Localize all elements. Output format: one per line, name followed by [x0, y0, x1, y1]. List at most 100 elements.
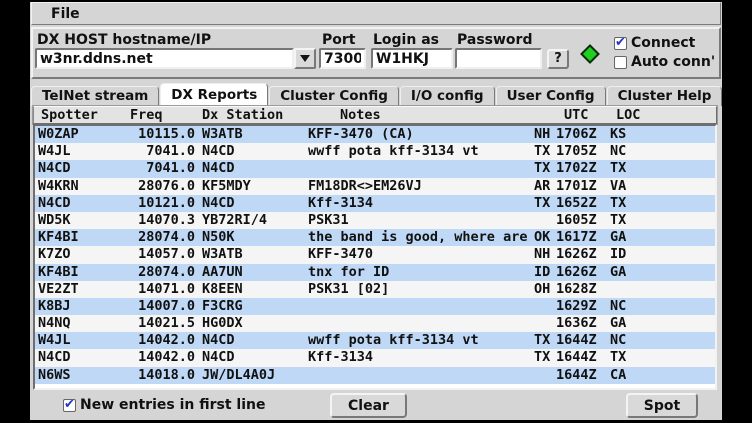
- column-header-notes[interactable]: Notes: [340, 108, 381, 123]
- app-window: File DX HOST hostname/IP Port Login as P…: [30, 2, 722, 420]
- cell-freq: 14018.0: [128, 367, 195, 384]
- table-row[interactable]: W4KRN28076.0KF5MDYFM18DR<>EM26VJAR1701ZV…: [35, 178, 715, 195]
- cell-spotter: N4CD: [38, 349, 71, 366]
- table-row[interactable]: KF4BI28074.0AA7UNtnx for IDID1626ZGA: [35, 264, 715, 281]
- table-row[interactable]: VE2ZT14071.0K8EENPSK31 [02]OH1628Z: [35, 281, 715, 298]
- cell-dx: N4CD: [202, 332, 235, 349]
- cell-utc: 1617Z: [556, 229, 597, 246]
- table-row[interactable]: N4CD10121.0N4CDKff-3134TX1652ZTX: [35, 195, 715, 212]
- column-header-loc[interactable]: LOC: [616, 108, 640, 123]
- cell-st: OH: [534, 281, 550, 298]
- port-input[interactable]: [319, 48, 366, 69]
- cell-spotter: KF4BI: [38, 264, 79, 281]
- host-dropdown-button[interactable]: [294, 48, 316, 69]
- cell-spotter: N4NQ: [38, 315, 71, 332]
- cell-utc: 1644Z: [556, 367, 597, 384]
- table-row[interactable]: W0ZAP10115.0W3ATBKFF-3470 (CA)NH1706ZKS: [35, 126, 715, 143]
- table-row[interactable]: N4NQ14021.5HG0DX1636ZGA: [35, 315, 715, 332]
- table-row[interactable]: K7ZO14057.0W3ATBKFF-3470NH1626ZID: [35, 246, 715, 263]
- login-input[interactable]: [371, 48, 453, 69]
- cell-spotter: K7ZO: [38, 246, 71, 263]
- menu-bar: File: [31, 2, 721, 25]
- cell-utc: 1701Z: [556, 178, 597, 195]
- cell-spotter: W4KRN: [38, 178, 79, 195]
- cell-spotter: N6WS: [38, 367, 71, 384]
- table-header: Spotter Freq Dx Station Notes UTC LOC: [33, 106, 717, 124]
- cell-notes: the band is good, where are: [308, 229, 527, 246]
- cell-loc: NC: [610, 298, 626, 315]
- cell-loc: GA: [610, 264, 626, 281]
- cell-loc: VA: [610, 178, 626, 195]
- port-label: Port: [322, 32, 355, 48]
- clear-button[interactable]: Clear: [330, 393, 407, 418]
- cell-dx: YB72RI/4: [202, 212, 267, 229]
- column-header-freq[interactable]: Freq: [130, 108, 163, 123]
- cell-spotter: W0ZAP: [38, 126, 79, 143]
- column-header-dx-station[interactable]: Dx Station: [202, 108, 283, 123]
- cell-notes: Kff-3134: [308, 195, 373, 212]
- cell-dx: F3CRG: [202, 298, 243, 315]
- tab-dx-reports[interactable]: DX Reports: [160, 83, 268, 106]
- menu-file[interactable]: File: [45, 6, 86, 22]
- cell-notes: PSK31 [02]: [308, 281, 389, 298]
- tab-cluster-config[interactable]: Cluster Config: [269, 86, 399, 106]
- cell-loc: GA: [610, 229, 626, 246]
- cell-freq: 14007.0: [128, 298, 195, 315]
- column-header-spotter[interactable]: Spotter: [41, 108, 98, 123]
- cell-notes: PSK31: [308, 212, 349, 229]
- cell-utc: 1652Z: [556, 195, 597, 212]
- cell-st: TX: [534, 332, 550, 349]
- help-button[interactable]: ?: [547, 49, 569, 69]
- cell-dx: AA7UN: [202, 264, 243, 281]
- cell-notes: wwff pota kff-3134 vt: [308, 332, 479, 349]
- cell-dx: N4CD: [202, 349, 235, 366]
- cell-utc: 1702Z: [556, 160, 597, 177]
- connect-checkbox[interactable]: ✔: [614, 37, 627, 50]
- new-entries-checkbox[interactable]: ✔: [63, 399, 76, 412]
- auto-connect-checkbox[interactable]: ✔: [614, 56, 627, 69]
- login-label: Login as: [373, 32, 439, 48]
- check-icon: ✔: [64, 397, 75, 412]
- cell-st: NH: [534, 246, 550, 263]
- cell-loc: TX: [610, 212, 626, 229]
- cell-freq: 14057.0: [128, 246, 195, 263]
- cell-dx: W3ATB: [202, 126, 243, 143]
- column-header-utc[interactable]: UTC: [564, 108, 588, 123]
- cell-loc: NC: [610, 332, 626, 349]
- tab-bar: TelNet streamDX ReportsCluster ConfigI/O…: [31, 83, 723, 106]
- table-row[interactable]: W4JL14042.0N4CDwwff pota kff-3134 vtTX16…: [35, 332, 715, 349]
- table-row[interactable]: W4JL7041.0N4CDwwff pota kff-3134 vtTX170…: [35, 143, 715, 160]
- host-input[interactable]: [35, 48, 294, 69]
- table-row[interactable]: N6WS14018.0JW/DL4A0J1644ZCA: [35, 367, 715, 384]
- table-row[interactable]: N4CD14042.0N4CDKff-3134TX1644ZTX: [35, 349, 715, 366]
- cell-freq: 28074.0: [128, 229, 195, 246]
- auto-connect-label: Auto conn': [631, 54, 715, 70]
- cell-notes: Kff-3134: [308, 349, 373, 366]
- cell-utc: 1706Z: [556, 126, 597, 143]
- tab-i-o-config[interactable]: I/O config: [400, 86, 495, 106]
- cell-loc: KS: [610, 126, 626, 143]
- cell-st: TX: [534, 160, 550, 177]
- table-row[interactable]: N4CD7041.0N4CDTX1702ZTX: [35, 160, 715, 177]
- cell-st: TX: [534, 349, 550, 366]
- table-row[interactable]: KF4BI28074.0N50Kthe band is good, where …: [35, 229, 715, 246]
- check-icon: ✔: [615, 35, 626, 50]
- table-row[interactable]: WD5K14070.3YB72RI/4PSK311605ZTX: [35, 212, 715, 229]
- spot-button[interactable]: Spot: [626, 393, 698, 418]
- host-label: DX HOST hostname/IP: [37, 32, 211, 48]
- tab-user-config[interactable]: User Config: [496, 86, 606, 106]
- connect-label: Connect: [631, 35, 695, 51]
- cell-dx: W3ATB: [202, 246, 243, 263]
- tab-telnet-stream[interactable]: TelNet stream: [31, 86, 159, 106]
- cell-utc: 1636Z: [556, 315, 597, 332]
- table-rows: W0ZAP10115.0W3ATBKFF-3470 (CA)NH1706ZKSW…: [33, 124, 717, 390]
- cell-loc: GA: [610, 315, 626, 332]
- new-entries-label: New entries in first line: [80, 397, 265, 413]
- password-input[interactable]: [455, 48, 542, 69]
- cell-notes: KFF-3470 (CA): [308, 126, 414, 143]
- tab-cluster-help[interactable]: Cluster Help: [607, 86, 723, 106]
- table-row[interactable]: K8BJ14007.0F3CRG1629ZNC: [35, 298, 715, 315]
- cell-spotter: WD5K: [38, 212, 71, 229]
- cell-utc: 1605Z: [556, 212, 597, 229]
- connection-status-icon: [580, 44, 600, 64]
